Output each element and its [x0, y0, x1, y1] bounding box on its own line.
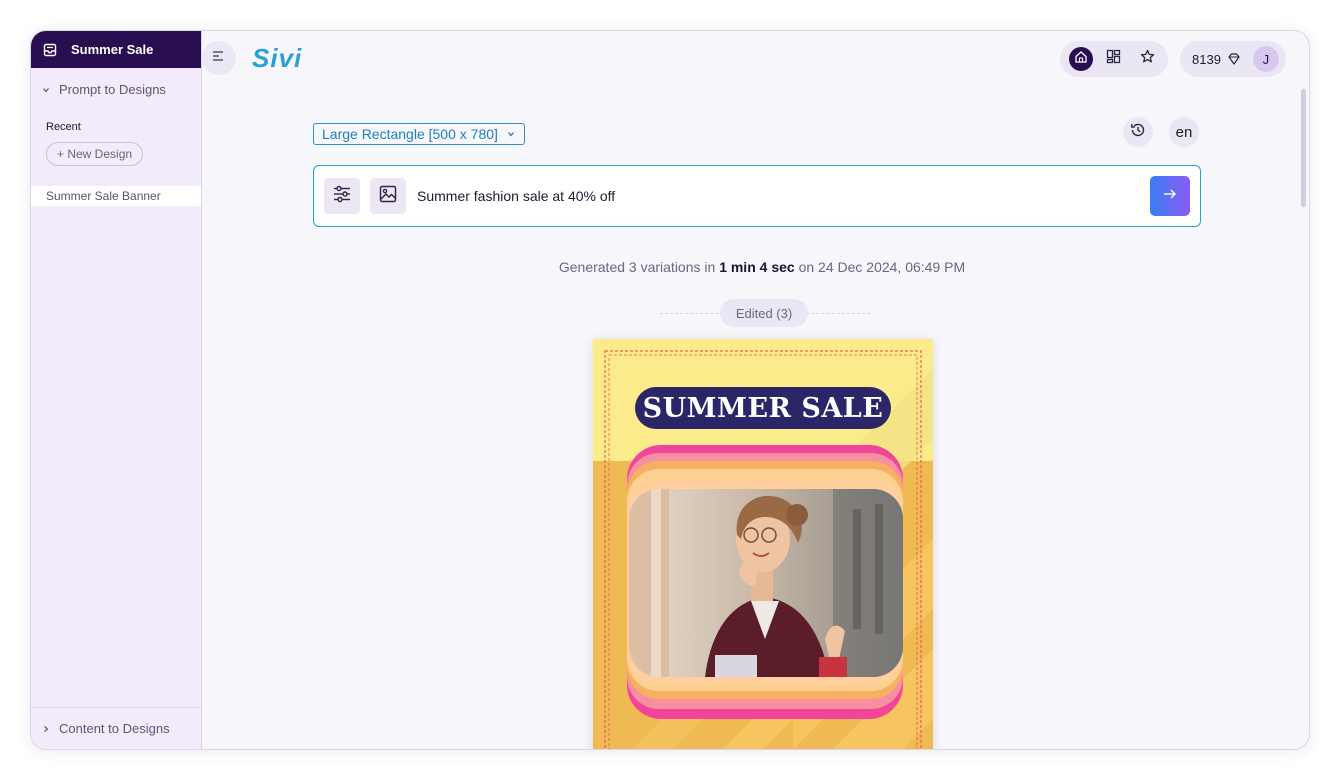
generation-info: Generated 3 variations in 1 min 4 sec on…: [202, 259, 1309, 275]
sidebar-item-summer-sale-banner[interactable]: Summer Sale Banner: [31, 186, 201, 206]
history-button[interactable]: [1123, 117, 1153, 147]
chevron-down-icon: [506, 129, 516, 139]
star-icon: [1140, 49, 1155, 69]
sivi-logo[interactable]: Sivi: [252, 43, 302, 74]
avatar[interactable]: J: [1252, 46, 1279, 72]
home-button[interactable]: [1068, 47, 1093, 71]
nav-group: [1060, 41, 1168, 77]
templates-button[interactable]: [1102, 47, 1126, 71]
design-preview[interactable]: SUMMER SALE: [593, 339, 933, 749]
generation-duration: 1 min 4 sec: [719, 259, 795, 275]
menu-toggle-button[interactable]: [202, 41, 236, 75]
edited-badge[interactable]: Edited (3): [720, 299, 808, 327]
section-content-to-designs[interactable]: Content to Designs: [31, 707, 201, 749]
size-select-value: Large Rectangle [500 x 780]: [322, 126, 498, 142]
sliders-icon: [332, 185, 352, 208]
new-design-button[interactable]: + New Design: [46, 142, 144, 166]
chevron-down-icon: [41, 85, 51, 95]
diamond-icon: [1227, 52, 1241, 66]
prompt-input[interactable]: Summer fashion sale at 40% off: [417, 188, 615, 204]
chevron-right-icon: [41, 724, 51, 734]
app-window: Summer Sale Prompt to Designs Recent + N…: [30, 30, 1310, 750]
credits-count: 8139: [1192, 51, 1221, 67]
main-area: Sivi 8139 J Large Rectangle [500 x 780] …: [202, 31, 1309, 749]
sidebar: Summer Sale Prompt to Designs Recent + N…: [31, 31, 202, 749]
generation-suffix: on 24 Dec 2024, 06:49 PM: [798, 259, 966, 275]
section-label: Prompt to Designs: [59, 82, 166, 97]
generate-button[interactable]: [1150, 176, 1190, 216]
sidebar-item-label: Summer Sale Banner: [46, 189, 161, 203]
recent-heading: Recent: [46, 121, 81, 133]
settings-button[interactable]: [324, 178, 360, 214]
language-button[interactable]: en: [1169, 117, 1199, 147]
generation-prefix: Generated 3 variations in: [558, 259, 716, 275]
account-pill[interactable]: 8139 J: [1180, 41, 1286, 77]
section-prompt-to-designs[interactable]: Prompt to Designs: [31, 68, 201, 97]
favorites-button[interactable]: [1135, 47, 1159, 71]
banner-title: SUMMER SALE: [642, 392, 884, 424]
image-upload-button[interactable]: [370, 178, 406, 214]
workspace-title: Summer Sale: [71, 42, 154, 57]
scrollbar[interactable]: [1301, 89, 1306, 207]
size-select[interactable]: Large Rectangle [500 x 780]: [313, 123, 525, 145]
edited-divider: Edited (3): [660, 299, 870, 329]
history-icon: [1129, 121, 1147, 144]
menu-icon: [212, 49, 226, 67]
prompt-box: Summer fashion sale at 40% off: [313, 165, 1201, 227]
inbox-icon: [43, 43, 57, 57]
section-label: Content to Designs: [59, 721, 170, 736]
grid-icon: [1106, 49, 1121, 69]
home-icon: [1074, 50, 1088, 69]
image-icon: [379, 185, 397, 208]
workspace-header[interactable]: Summer Sale: [31, 31, 201, 68]
arrow-right-icon: [1162, 187, 1178, 206]
